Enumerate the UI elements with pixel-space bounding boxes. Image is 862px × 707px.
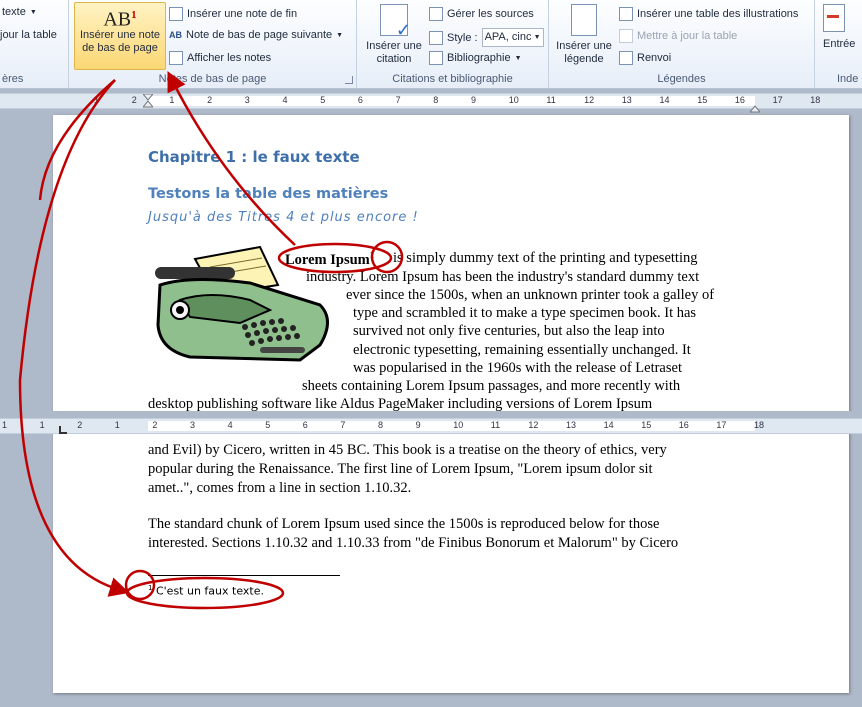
annotation-arrows [18, 71, 404, 610]
arrow-tail [38, 79, 116, 201]
arrow-to-footnote-button [167, 71, 296, 246]
arrow-to-footnote-area [18, 79, 130, 597]
annotation-overlay [18, 71, 404, 610]
highlight-circle-reference [370, 240, 404, 274]
